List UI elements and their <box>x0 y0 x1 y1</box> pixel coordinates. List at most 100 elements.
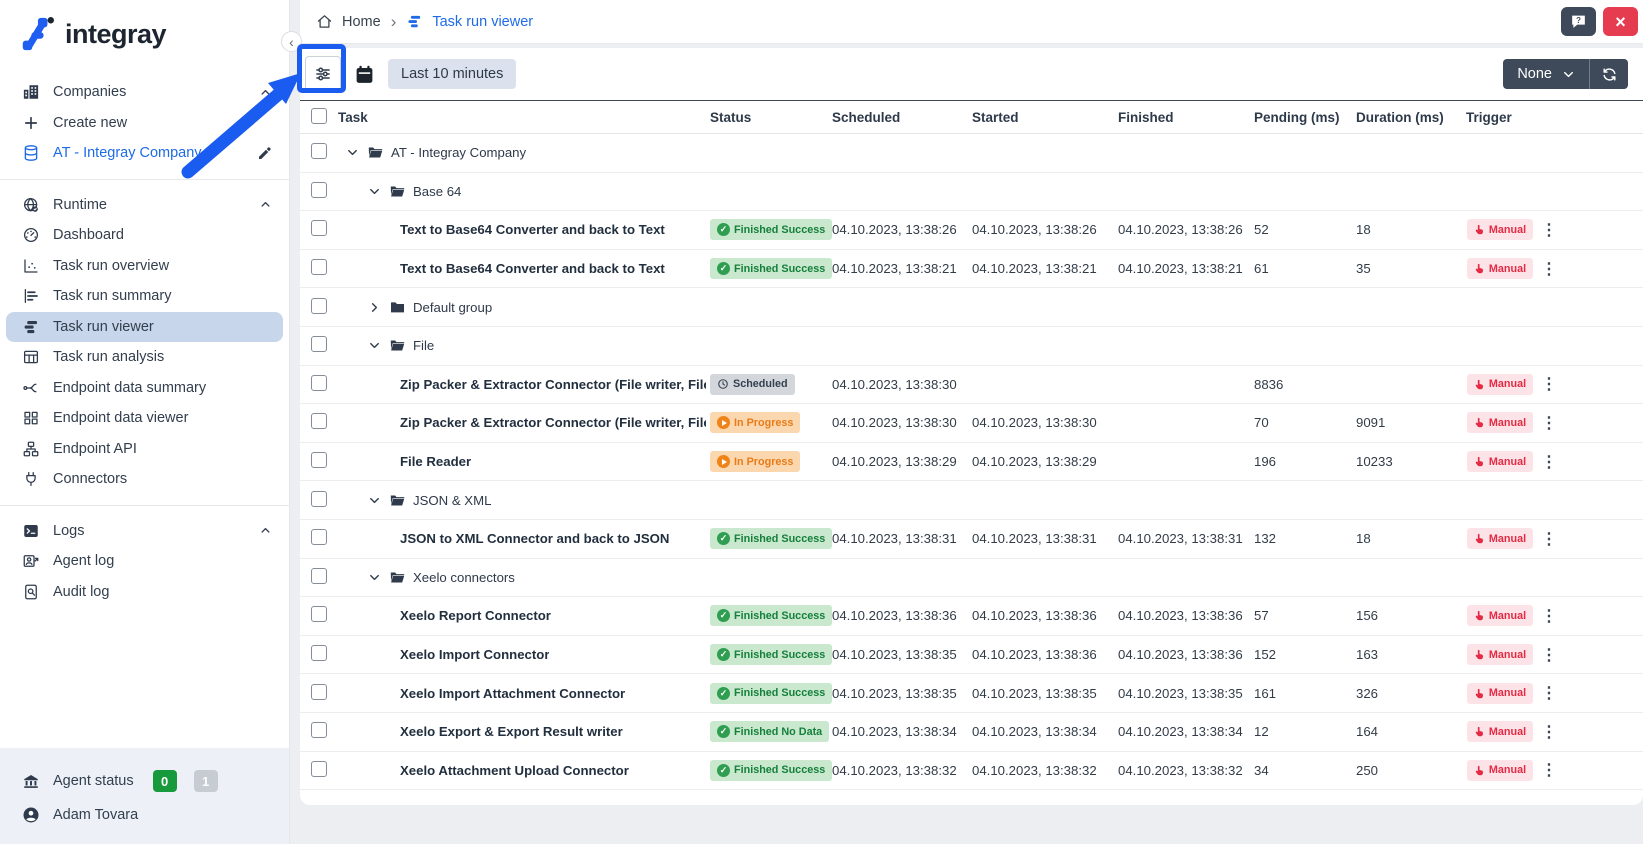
row-checkbox[interactable] <box>311 259 327 275</box>
breadcrumb-current[interactable]: Task run viewer <box>432 14 533 30</box>
task-name[interactable]: Text to Base64 Converter and back to Tex… <box>400 222 665 237</box>
sidebar-item-at-integray-company[interactable]: AT - Integray Company <box>6 138 283 169</box>
sidebar-item-audit-log[interactable]: Audit log <box>6 577 283 608</box>
duration-ms: 18 <box>1356 222 1466 237</box>
chevron-down-icon[interactable] <box>367 570 382 585</box>
row-checkbox[interactable] <box>311 761 327 777</box>
manual-trigger-icon <box>1474 224 1485 235</box>
chevron-down-icon[interactable] <box>367 184 382 199</box>
row-menu-kebab-icon[interactable]: ⋮ <box>1534 452 1564 472</box>
row-menu-kebab-icon[interactable]: ⋮ <box>1534 529 1564 549</box>
duration-ms: 250 <box>1356 763 1466 778</box>
chevron-right-icon[interactable] <box>367 300 382 315</box>
chevron-down-icon[interactable] <box>345 145 360 160</box>
sidebar-item-task-run-analysis[interactable]: Task run analysis <box>6 342 283 373</box>
sidebar-item-runtime[interactable]: Runtime <box>6 190 283 221</box>
row-checkbox[interactable] <box>311 143 327 159</box>
task-name[interactable]: Text to Base64 Converter and back to Tex… <box>400 261 665 276</box>
group-by-dropdown[interactable]: None <box>1503 59 1589 89</box>
sidebar-item-endpoint-data-viewer[interactable]: Endpoint data viewer <box>6 403 283 434</box>
task-name[interactable]: Xeelo Import Attachment Connector <box>400 686 625 701</box>
row-menu-kebab-icon[interactable]: ⋮ <box>1534 220 1564 240</box>
row-checkbox[interactable] <box>311 375 327 391</box>
check-icon: ✓ <box>717 609 730 622</box>
chevron-down-icon[interactable] <box>367 493 382 508</box>
row-checkbox[interactable] <box>311 568 327 584</box>
integray-logo-icon <box>18 13 56 55</box>
row-checkbox[interactable] <box>311 413 327 429</box>
column-header-status[interactable]: Status <box>710 110 832 125</box>
user-menu[interactable]: Adam Tovara <box>0 798 289 832</box>
row-checkbox[interactable] <box>311 298 327 314</box>
row-checkbox[interactable] <box>311 684 327 700</box>
task-name[interactable]: Xeelo Attachment Upload Connector <box>400 763 629 778</box>
task-name[interactable]: Zip Packer & Extractor Connector (File w… <box>400 377 706 392</box>
task-name[interactable]: Xeelo Import Connector <box>400 647 549 662</box>
row-checkbox[interactable] <box>311 336 327 352</box>
sidebar-item-task-run-summary[interactable]: Task run summary <box>6 281 283 312</box>
sidebar-item-dashboard[interactable]: Dashboard <box>6 220 283 251</box>
column-header-trigger[interactable]: Trigger <box>1466 110 1534 125</box>
sidebar-item-task-run-overview[interactable]: Task run overview <box>6 251 283 282</box>
breadcrumb-home-link[interactable]: Home <box>342 14 381 30</box>
edit-icon[interactable] <box>257 145 273 161</box>
duration-ms: 163 <box>1356 647 1466 662</box>
sidebar-item-endpoint-api[interactable]: Endpoint API <box>6 434 283 465</box>
task-name[interactable]: JSON to XML Connector and back to JSON <box>400 531 669 546</box>
home-icon <box>316 13 333 30</box>
sidebar-item-agent-log[interactable]: Agent log <box>6 546 283 577</box>
row-checkbox[interactable] <box>311 722 327 738</box>
scheduled-time: 04.10.2023, 13:38:31 <box>832 531 972 546</box>
row-menu-kebab-icon[interactable]: ⋮ <box>1534 645 1564 665</box>
filter-settings-button[interactable] <box>305 56 341 92</box>
column-header-scheduled[interactable]: Scheduled <box>832 110 972 125</box>
status-badge: ✓Finished Success <box>710 219 832 240</box>
row-menu-kebab-icon[interactable]: ⋮ <box>1534 722 1564 742</box>
status-badge: In Progress <box>710 412 800 433</box>
sidebar-item-label: Runtime <box>53 197 107 213</box>
row-checkbox[interactable] <box>311 529 327 545</box>
sidebar-item-companies[interactable]: Companies <box>6 77 283 108</box>
help-bubble-icon: ? <box>1569 12 1588 31</box>
row-checkbox[interactable] <box>311 220 327 236</box>
column-header-started[interactable]: Started <box>972 110 1118 125</box>
task-name[interactable]: Xeelo Export & Export Result writer <box>400 724 623 739</box>
row-checkbox[interactable] <box>311 491 327 507</box>
task-name[interactable]: Xeelo Report Connector <box>400 608 551 623</box>
row-checkbox[interactable] <box>311 452 327 468</box>
sidebar-collapse-button[interactable]: ‹ <box>281 31 302 52</box>
column-header-task[interactable]: Task <box>338 110 710 125</box>
app-logo: integray <box>0 0 289 55</box>
row-checkbox[interactable] <box>311 182 327 198</box>
column-header-pending[interactable]: Pending (ms) <box>1254 110 1356 125</box>
help-button[interactable]: ? <box>1561 7 1596 36</box>
refresh-button[interactable] <box>1590 59 1628 89</box>
column-header-duration[interactable]: Duration (ms) <box>1356 110 1466 125</box>
column-header-finished[interactable]: Finished <box>1118 110 1254 125</box>
chevron-up-icon[interactable] <box>258 85 273 100</box>
calendar-button[interactable] <box>354 64 375 85</box>
sidebar-item-connectors[interactable]: Connectors <box>6 464 283 495</box>
row-menu-kebab-icon[interactable]: ⋮ <box>1534 259 1564 279</box>
row-menu-kebab-icon[interactable]: ⋮ <box>1534 606 1564 626</box>
row-checkbox[interactable] <box>311 645 327 661</box>
task-name[interactable]: Zip Packer & Extractor Connector (File w… <box>400 415 706 430</box>
sidebar-item-logs[interactable]: Logs <box>6 516 283 547</box>
chevron-up-icon[interactable] <box>258 197 273 212</box>
row-menu-kebab-icon[interactable]: ⋮ <box>1534 413 1564 433</box>
sidebar-item-task-run-viewer[interactable]: Task run viewer <box>6 312 283 343</box>
close-button[interactable]: × <box>1603 7 1638 36</box>
chevron-down-icon[interactable] <box>367 338 382 353</box>
sidebar-item-endpoint-data-summary[interactable]: Endpoint data summary <box>6 373 283 404</box>
row-menu-kebab-icon[interactable]: ⋮ <box>1534 683 1564 703</box>
chevron-up-icon[interactable] <box>258 523 273 538</box>
trigger-badge: Manual <box>1467 644 1533 665</box>
task-name[interactable]: File Reader <box>400 454 471 469</box>
row-checkbox[interactable] <box>311 606 327 622</box>
row-menu-kebab-icon[interactable]: ⋮ <box>1534 760 1564 780</box>
agent-status-row[interactable]: Agent status 0 1 <box>0 764 289 798</box>
time-range-chip[interactable]: Last 10 minutes <box>388 59 516 89</box>
select-all-checkbox[interactable] <box>311 108 327 124</box>
sidebar-item-create-new[interactable]: Create new <box>6 108 283 139</box>
row-menu-kebab-icon[interactable]: ⋮ <box>1534 374 1564 394</box>
